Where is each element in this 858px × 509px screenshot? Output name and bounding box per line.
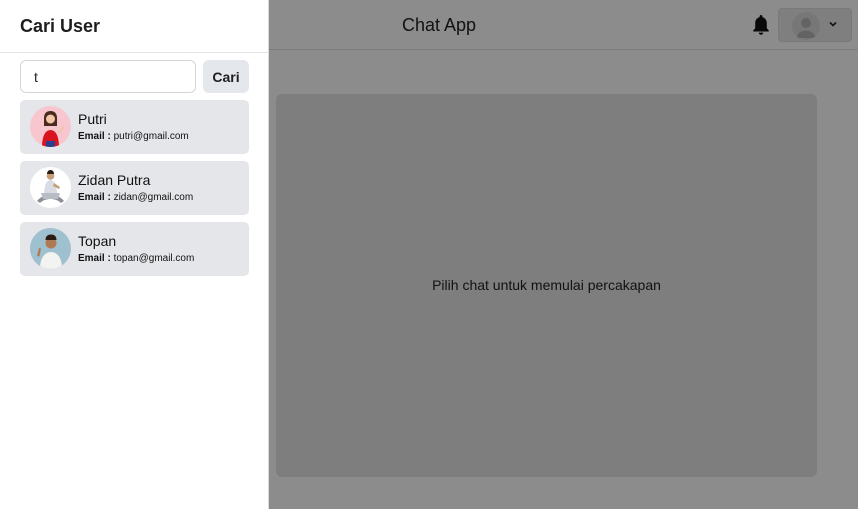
user-name: Zidan Putra	[78, 172, 151, 188]
email-value: zidan@gmail.com	[113, 192, 194, 203]
search-button[interactable]: Cari	[203, 60, 249, 93]
search-input[interactable]	[20, 60, 196, 93]
user-name: Topan	[78, 233, 117, 249]
email-label: Email :	[78, 253, 111, 264]
avatar	[30, 167, 71, 208]
email-label: Email :	[78, 131, 111, 142]
email-value: putri@gmail.com	[113, 131, 189, 142]
user-name: Putri	[78, 111, 107, 127]
user-list-item[interactable]: Putri Email : putri@gmail.com	[20, 100, 249, 154]
search-user-drawer: Cari User Cari Putri Email : putri@gmail…	[0, 0, 269, 509]
user-email: Email : zidan@gmail.com	[78, 192, 193, 203]
avatar	[30, 106, 71, 147]
user-list-item[interactable]: Zidan Putra Email : zidan@gmail.com	[20, 161, 249, 215]
user-email: Email : putri@gmail.com	[78, 131, 189, 142]
user-email: Email : topan@gmail.com	[78, 253, 194, 264]
avatar	[30, 228, 71, 269]
drawer-header: Cari User	[0, 0, 269, 53]
drawer-title: Cari User	[20, 16, 101, 36]
email-label: Email :	[78, 192, 111, 203]
user-list: Putri Email : putri@gmail.com Zidan Putr…	[20, 100, 249, 283]
email-value: topan@gmail.com	[113, 253, 195, 264]
user-list-item[interactable]: Topan Email : topan@gmail.com	[20, 222, 249, 276]
